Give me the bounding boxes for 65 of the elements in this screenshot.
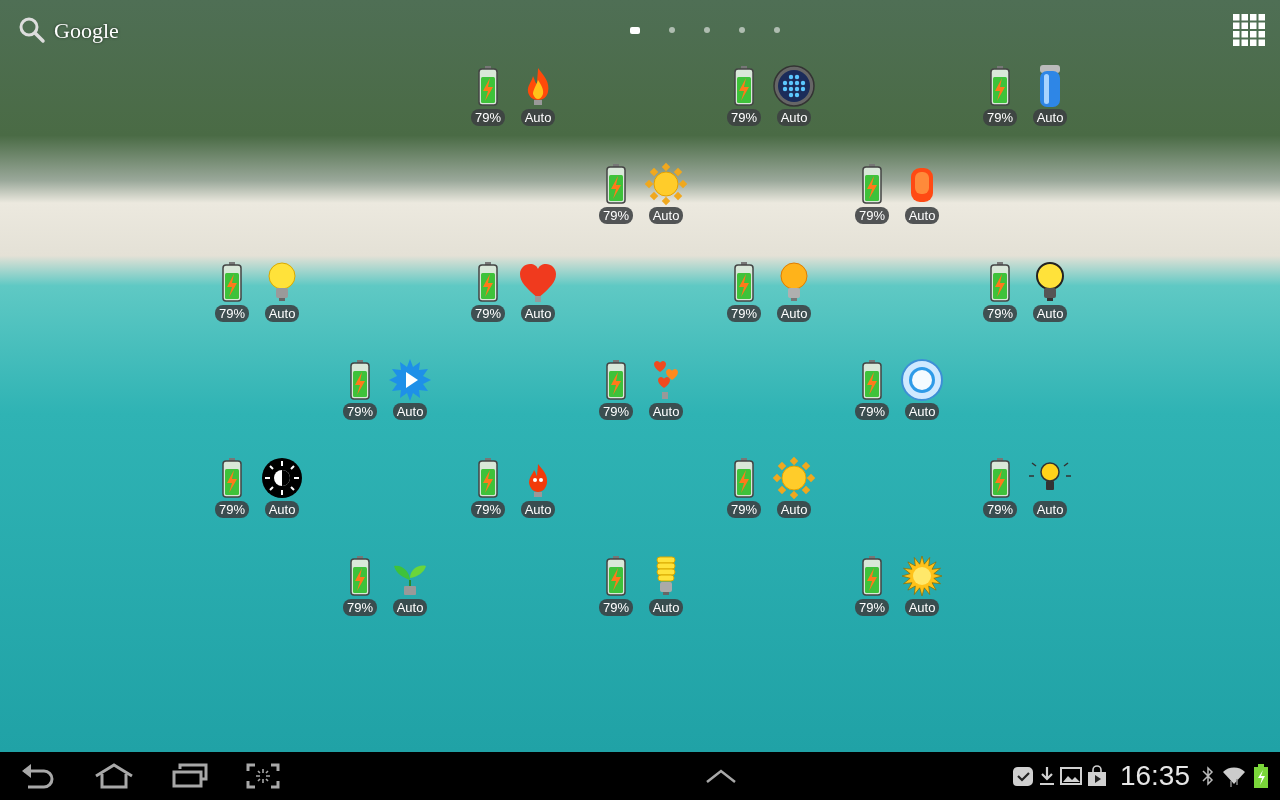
brightness-button[interactable]: Auto — [259, 456, 305, 518]
page-dot[interactable] — [704, 27, 711, 33]
battery-button[interactable]: 79% — [849, 358, 895, 420]
search-label: Google — [54, 16, 119, 45]
app-drawer-icon[interactable] — [1232, 13, 1266, 47]
battery-button[interactable]: 79% — [977, 260, 1023, 322]
led-dial-icon — [772, 64, 816, 108]
sun-icon — [900, 554, 944, 598]
battery-button[interactable]: 79% — [849, 554, 895, 616]
battery-button[interactable]: 79% — [849, 162, 895, 224]
starburst-icon — [388, 358, 432, 402]
brightness-button[interactable]: Auto — [259, 260, 305, 322]
image-icon[interactable] — [1059, 766, 1082, 786]
sun-icon — [772, 456, 816, 500]
page-dot[interactable] — [774, 27, 781, 33]
check-bubble-icon[interactable] — [1011, 765, 1034, 787]
battery-button[interactable]: 79% — [721, 456, 767, 518]
ring-icon — [900, 358, 944, 402]
brightness-button[interactable]: Auto — [643, 162, 689, 224]
brightness-button[interactable]: Auto — [387, 554, 433, 616]
battery-button[interactable]: 79% — [337, 554, 383, 616]
battery-button[interactable]: 79% — [209, 260, 255, 322]
brightness-button[interactable]: Auto — [643, 554, 689, 616]
search-button[interactable]: Google — [18, 13, 119, 47]
brightness-button[interactable]: Auto — [771, 64, 817, 126]
download-icon[interactable] — [1037, 765, 1056, 787]
brightness-button[interactable]: Auto — [771, 456, 817, 518]
back-button[interactable] — [20, 763, 56, 789]
brightness-button[interactable]: Auto — [1027, 456, 1073, 518]
brightness-button[interactable]: Auto — [1027, 64, 1073, 126]
battery-button[interactable]: 79% — [721, 260, 767, 322]
sun-icon — [644, 162, 688, 206]
page-dot[interactable] — [669, 27, 676, 33]
brightness-button[interactable]: Auto — [899, 554, 945, 616]
page-dot[interactable] — [739, 27, 746, 33]
battery-button[interactable]: 79% — [465, 64, 511, 126]
brightness-button[interactable]: Auto — [515, 260, 561, 322]
battery-button[interactable]: 79% — [209, 456, 255, 518]
bluetooth-icon — [1202, 765, 1214, 787]
battery-button[interactable]: 79% — [721, 64, 767, 126]
battery-button[interactable]: 79% — [593, 162, 639, 224]
battery-button[interactable]: 79% — [977, 456, 1023, 518]
battery-icon — [1254, 764, 1268, 788]
store-bag-icon[interactable] — [1085, 765, 1108, 787]
battery-button[interactable]: 79% — [337, 358, 383, 420]
brightness-button[interactable]: Auto — [1027, 260, 1073, 322]
battery-button[interactable]: 79% — [593, 358, 639, 420]
up-caret-button[interactable] — [704, 768, 737, 784]
screenshot-button[interactable] — [246, 763, 280, 789]
battery-button[interactable]: 79% — [593, 554, 639, 616]
search-icon — [18, 16, 46, 44]
battery-button[interactable]: 79% — [465, 456, 511, 518]
battery-button[interactable]: 79% — [465, 260, 511, 322]
brightness-button[interactable]: Auto — [899, 162, 945, 224]
brightness-button[interactable]: Auto — [515, 456, 561, 518]
recent-apps-button[interactable] — [172, 763, 208, 789]
brightness-button[interactable]: Auto — [515, 64, 561, 126]
brightness-button[interactable]: Auto — [899, 358, 945, 420]
contrast-icon — [260, 456, 304, 500]
home-button[interactable] — [94, 763, 134, 789]
brightness-button[interactable]: Auto — [387, 358, 433, 420]
battery-button[interactable]: 79% — [977, 64, 1023, 126]
clock-time: 16:35 — [1119, 762, 1190, 790]
brightness-button[interactable]: Auto — [771, 260, 817, 322]
brightness-button[interactable]: Auto — [643, 358, 689, 420]
